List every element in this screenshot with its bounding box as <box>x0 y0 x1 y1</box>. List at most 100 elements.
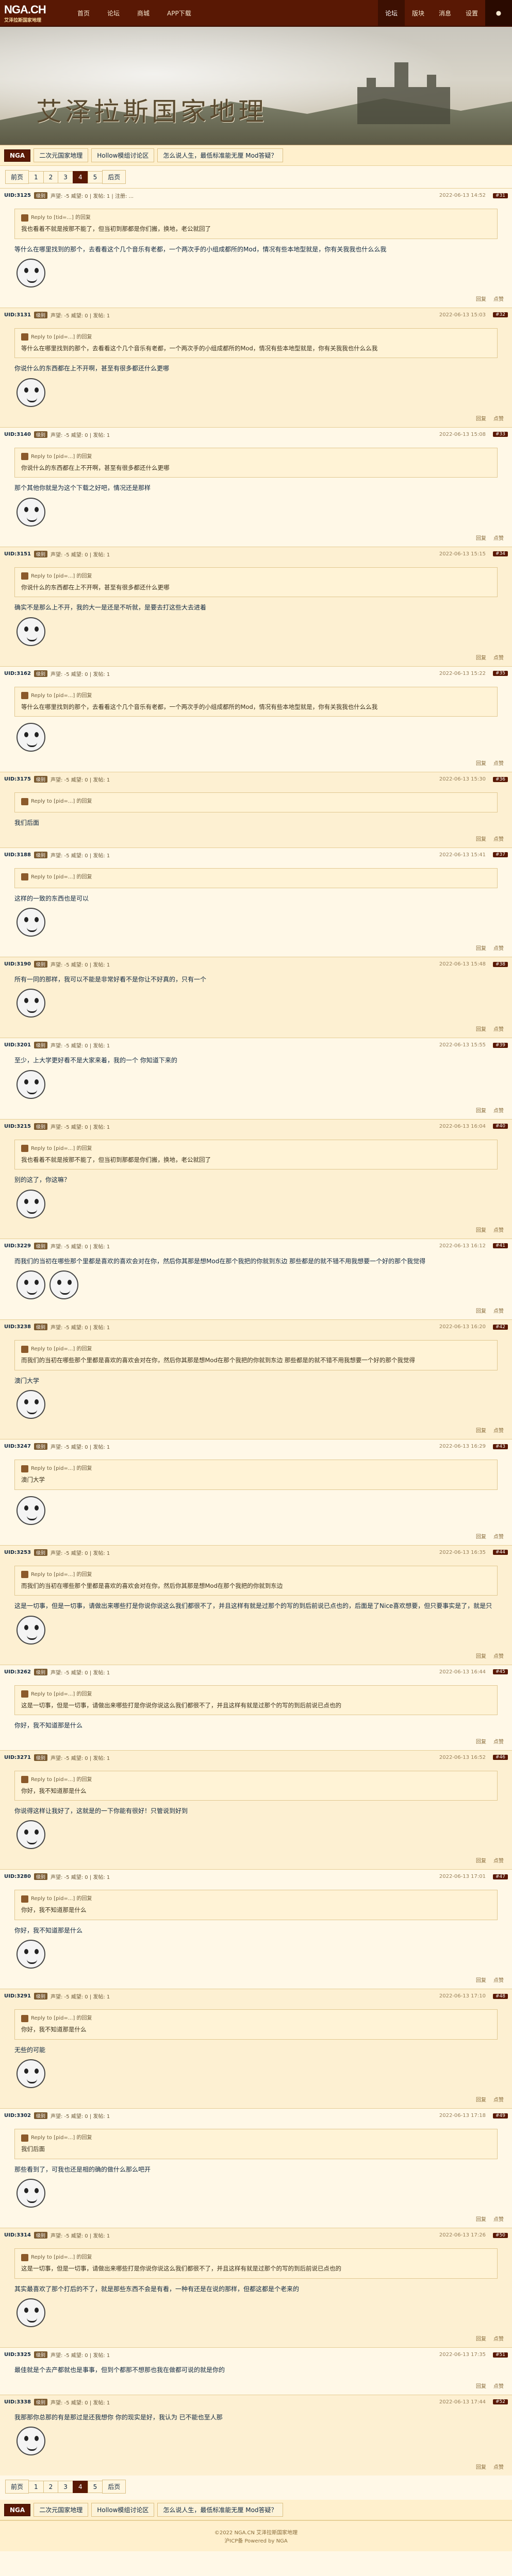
reply-button[interactable]: 回复 <box>476 2463 486 2470</box>
reply-button[interactable]: 回复 <box>476 1976 486 1984</box>
reply-button[interactable]: 回复 <box>476 1106 486 1114</box>
like-button[interactable]: 点赞 <box>493 1652 504 1659</box>
post-author-uid[interactable]: UID:3325 <box>4 2352 31 2358</box>
quote-header[interactable]: Reply to [pid=...] 的回复 <box>31 2253 92 2262</box>
post-author-uid[interactable]: UID:3247 <box>4 1444 31 1449</box>
post-floor-number[interactable]: #43 <box>493 1444 508 1449</box>
post-floor-number[interactable]: #49 <box>493 2113 508 2119</box>
post-floor-number[interactable]: #38 <box>493 961 508 967</box>
post-floor-number[interactable]: #40 <box>493 1124 508 1129</box>
post-author-uid[interactable]: UID:3151 <box>4 551 31 557</box>
post-floor-number[interactable]: #34 <box>493 551 508 557</box>
nav-active-forum[interactable]: 论坛 <box>377 0 405 26</box>
quote-header[interactable]: Reply to [pid=...] 的回复 <box>31 691 92 700</box>
post-author-uid[interactable]: UID:3188 <box>4 852 31 858</box>
like-button[interactable]: 点赞 <box>493 2382 504 2389</box>
pager-next[interactable]: 后页 <box>102 170 126 184</box>
post-author-uid[interactable]: UID:3314 <box>4 2232 31 2238</box>
reply-button[interactable]: 回复 <box>476 2215 486 2223</box>
quote-header[interactable]: Reply to [pid=...] 的回复 <box>31 452 92 461</box>
pager-page-3[interactable]: 3 <box>58 171 73 183</box>
pager-page-1-bottom[interactable]: 1 <box>28 2480 44 2493</box>
like-button[interactable]: 点赞 <box>493 1025 504 1032</box>
quote-header[interactable]: Reply to [tid=...] 的回复 <box>31 213 91 222</box>
post-floor-number[interactable]: #36 <box>493 776 508 782</box>
reply-button[interactable]: 回复 <box>476 1426 486 1434</box>
post-floor-number[interactable]: #52 <box>493 2399 508 2405</box>
quote-header[interactable]: Reply to [pid=...] 的回复 <box>31 333 92 342</box>
nav-link-boards[interactable]: 版块 <box>405 0 432 26</box>
post-floor-number[interactable]: #33 <box>493 432 508 437</box>
user-avatar[interactable]: ● <box>485 0 512 26</box>
pager-page-1[interactable]: 1 <box>28 171 44 183</box>
like-button[interactable]: 点赞 <box>493 2334 504 2342</box>
nav-link-app[interactable]: APP下载 <box>167 9 191 18</box>
reply-button[interactable]: 回复 <box>476 1737 486 1745</box>
post-floor-number[interactable]: #50 <box>493 2232 508 2238</box>
reply-button[interactable]: 回复 <box>476 1307 486 1314</box>
reply-button[interactable]: 回复 <box>476 1856 486 1864</box>
breadcrumb-board-bottom[interactable]: 二次元国家地理 <box>34 2503 89 2517</box>
like-button[interactable]: 点赞 <box>493 653 504 661</box>
post-author-uid[interactable]: UID:3140 <box>4 432 31 437</box>
pager-page-3-bottom[interactable]: 3 <box>58 2480 73 2493</box>
post-floor-number[interactable]: #45 <box>493 1669 508 1675</box>
breadcrumb-subboard[interactable]: Hollow模组讨论区 <box>91 148 155 162</box>
like-button[interactable]: 点赞 <box>493 1307 504 1314</box>
post-author-uid[interactable]: UID:3201 <box>4 1042 31 1048</box>
post-author-uid[interactable]: UID:3175 <box>4 776 31 782</box>
post-floor-number[interactable]: #41 <box>493 1243 508 1249</box>
quote-header[interactable]: Reply to [pid=...] 的回复 <box>31 1894 92 1903</box>
nav-link-settings[interactable]: 设置 <box>458 0 485 26</box>
reply-button[interactable]: 回复 <box>476 2334 486 2342</box>
like-button[interactable]: 点赞 <box>493 1976 504 1984</box>
reply-button[interactable]: 回复 <box>476 1652 486 1659</box>
quote-header[interactable]: Reply to [pid=...] 的回复 <box>31 797 92 806</box>
like-button[interactable]: 点赞 <box>493 944 504 952</box>
reply-button[interactable]: 回复 <box>476 1226 486 1233</box>
like-button[interactable]: 点赞 <box>493 1106 504 1114</box>
breadcrumb-subboard-bottom[interactable]: Hollow模组讨论区 <box>91 2503 155 2517</box>
site-logo[interactable]: NGA.CH 艾泽拉斯国家地理 <box>0 0 62 26</box>
pager-page-2[interactable]: 2 <box>43 171 59 183</box>
quote-header[interactable]: Reply to [pid=...] 的回复 <box>31 572 92 581</box>
nav-link-shop[interactable]: 商城 <box>137 9 150 18</box>
like-button[interactable]: 点赞 <box>493 1426 504 1434</box>
breadcrumb-board[interactable]: 二次元国家地理 <box>34 148 89 162</box>
quote-header[interactable]: Reply to [pid=...] 的回复 <box>31 1345 92 1353</box>
pager-next-bottom[interactable]: 后页 <box>102 2480 126 2494</box>
post-floor-number[interactable]: #51 <box>493 2352 508 2358</box>
like-button[interactable]: 点赞 <box>493 1226 504 1233</box>
pager-prev-bottom[interactable]: 前页 <box>5 2480 29 2494</box>
pager-page-current-bottom[interactable]: 4 <box>72 2480 88 2493</box>
like-button[interactable]: 点赞 <box>493 835 504 842</box>
nav-link-messages[interactable]: 消息 <box>432 0 458 26</box>
nav-link-forum[interactable]: 论坛 <box>107 9 120 18</box>
breadcrumb-thread-bottom[interactable]: 怎么说人生，最低标准能无厘 Mod答疑？ <box>157 2503 283 2517</box>
post-floor-number[interactable]: #47 <box>493 1874 508 1879</box>
pager-prev[interactable]: 前页 <box>5 170 29 184</box>
post-author-uid[interactable]: UID:3302 <box>4 2113 31 2119</box>
post-floor-number[interactable]: #48 <box>493 1993 508 1999</box>
post-floor-number[interactable]: #42 <box>493 1324 508 1330</box>
like-button[interactable]: 点赞 <box>493 414 504 422</box>
post-author-uid[interactable]: UID:3291 <box>4 1993 31 1999</box>
quote-header[interactable]: Reply to [pid=...] 的回复 <box>31 1775 92 1784</box>
like-button[interactable]: 点赞 <box>493 2463 504 2470</box>
pager-page-5-bottom[interactable]: 5 <box>87 2480 103 2493</box>
quote-header[interactable]: Reply to [pid=...] 的回复 <box>31 1570 92 1579</box>
pager-page-2-bottom[interactable]: 2 <box>43 2480 59 2493</box>
breadcrumb-root[interactable]: NGA <box>4 149 31 162</box>
reply-button[interactable]: 回复 <box>476 944 486 952</box>
like-button[interactable]: 点赞 <box>493 295 504 302</box>
reply-button[interactable]: 回复 <box>476 759 486 767</box>
post-author-uid[interactable]: UID:3338 <box>4 2399 31 2405</box>
like-button[interactable]: 点赞 <box>493 2095 504 2103</box>
quote-header[interactable]: Reply to [pid=...] 的回复 <box>31 1464 92 1473</box>
post-floor-number[interactable]: #44 <box>493 1550 508 1555</box>
like-button[interactable]: 点赞 <box>493 534 504 541</box>
post-author-uid[interactable]: UID:3162 <box>4 671 31 676</box>
nav-link-home[interactable]: 首页 <box>77 9 90 18</box>
like-button[interactable]: 点赞 <box>493 1856 504 1864</box>
post-floor-number[interactable]: #39 <box>493 1042 508 1048</box>
